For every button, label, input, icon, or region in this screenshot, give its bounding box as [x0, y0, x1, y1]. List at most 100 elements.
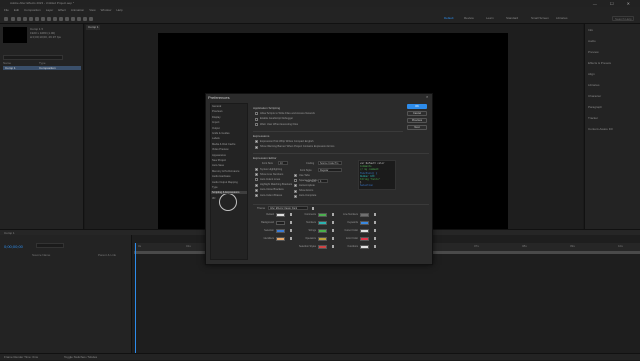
menu-effect[interactable]: Effect	[58, 8, 66, 12]
tab-comp-1[interactable]: Comp 1	[86, 25, 100, 30]
timeline-search-input[interactable]	[36, 243, 64, 248]
color-swatch[interactable]	[276, 212, 285, 217]
window-controls[interactable]: — ☐ ✕	[593, 0, 636, 7]
checkbox[interactable]	[294, 174, 297, 177]
workspace-default[interactable]: Default	[444, 16, 454, 20]
prefs-nav-scripting-expressions[interactable]: Scripting & Expressions	[211, 191, 247, 195]
eyedropper-icon[interactable]	[332, 245, 334, 248]
prefs-nav-audio-hardware[interactable]: Audio Hardware	[212, 175, 231, 178]
checkbox[interactable]	[255, 194, 258, 197]
menu-layer[interactable]: Layer	[46, 8, 54, 12]
color2-swatch[interactable]	[318, 236, 327, 241]
next-button[interactable]: Next	[407, 125, 427, 130]
menu-file[interactable]: File	[4, 8, 9, 12]
prefs-nav-grids-guides[interactable]: Grids & Guides	[212, 132, 230, 135]
type-tool-icon[interactable]	[59, 17, 63, 21]
workspace-review[interactable]: Review	[464, 16, 474, 20]
workspace-libraries[interactable]: Libraries	[556, 16, 568, 20]
color3-swatch[interactable]	[360, 228, 369, 233]
panel-effects-presets[interactable]: Effects & Presets	[588, 61, 611, 65]
prefs-nav-import[interactable]: Import	[212, 121, 219, 124]
eyedropper-icon[interactable]	[374, 245, 376, 248]
eyedropper-icon[interactable]	[374, 213, 376, 216]
panel-audio[interactable]: Audio	[588, 39, 596, 43]
camera-tool-icon[interactable]	[35, 17, 39, 21]
project-search-input[interactable]	[3, 55, 63, 60]
checkbox[interactable]	[255, 178, 258, 182]
checkbox[interactable]	[255, 123, 258, 126]
checkbox[interactable]	[294, 189, 297, 193]
prefs-nav-output[interactable]: Output	[212, 127, 220, 130]
checkbox[interactable]	[255, 140, 258, 143]
menu-animation[interactable]: Animation	[71, 8, 84, 12]
roto-brush-icon[interactable]	[83, 17, 87, 21]
eyedropper-icon[interactable]	[290, 213, 292, 216]
prefs-nav-auto-save[interactable]: Auto-Save	[212, 164, 224, 167]
search-help-input[interactable]: Search Help	[612, 16, 634, 21]
menu-view[interactable]: View	[89, 8, 95, 12]
color-swatch[interactable]	[276, 228, 285, 233]
workspace-small-screen[interactable]: Small Screen	[531, 16, 549, 20]
checkbox[interactable]	[255, 145, 258, 149]
panel-libraries[interactable]: Libraries	[588, 83, 600, 87]
color-swatch[interactable]	[276, 220, 285, 225]
font-style-dropdown[interactable]: Regular	[318, 168, 342, 172]
shape-tool-icon[interactable]	[47, 17, 51, 21]
panel-character[interactable]: Character	[588, 94, 601, 98]
checkbox[interactable]	[255, 168, 258, 171]
prefs-nav-previews[interactable]: Previews	[212, 110, 223, 113]
color3-swatch[interactable]	[360, 244, 369, 249]
prefs-nav-appearance[interactable]: Appearance	[212, 154, 226, 157]
column-name[interactable]: Name	[3, 61, 11, 65]
brush-tool-icon[interactable]	[65, 17, 69, 21]
prefs-nav-labels[interactable]: Labels	[212, 137, 220, 140]
current-time-indicator[interactable]	[135, 243, 136, 353]
prefs-nav-new-project[interactable]: New Project	[212, 159, 226, 162]
theme-settings-icon[interactable]	[312, 207, 314, 210]
eyedropper-icon[interactable]	[332, 237, 334, 240]
checkbox[interactable]	[294, 184, 297, 188]
eyedropper-icon[interactable]	[290, 229, 292, 232]
hand-tool-icon[interactable]	[17, 17, 21, 21]
prefs-nav-memory-performance[interactable]: Memory & Performance	[212, 170, 239, 173]
eyedropper-icon[interactable]	[290, 221, 292, 224]
clone-tool-icon[interactable]	[71, 17, 75, 21]
color2-swatch[interactable]	[318, 228, 327, 233]
panel-preview[interactable]: Preview	[588, 50, 599, 54]
prefs-nav-type[interactable]: Type	[212, 186, 218, 189]
project-column-header[interactable]: Name Type	[3, 61, 81, 65]
puppet-tool-icon[interactable]	[89, 17, 93, 21]
menu-composition[interactable]: Composition	[24, 8, 41, 12]
prefs-nav-general[interactable]: General	[212, 105, 221, 108]
color3-swatch[interactable]	[360, 236, 369, 241]
zoom-tool-icon[interactable]	[23, 17, 27, 21]
color3-swatch[interactable]	[360, 212, 369, 217]
workspace-learn[interactable]: Learn	[486, 16, 494, 20]
panel-align[interactable]: Align	[588, 72, 595, 76]
checkbox[interactable]	[255, 117, 258, 121]
project-item-row[interactable]: Comp 1 Composition	[3, 66, 81, 70]
home-icon[interactable]	[4, 17, 8, 21]
pan-behind-tool-icon[interactable]	[41, 17, 45, 21]
checkbox[interactable]	[294, 194, 297, 198]
timecode-display[interactable]: 0;00;00;00	[4, 244, 23, 249]
panel-content-aware-fill[interactable]: Content-Aware Fill	[588, 127, 613, 131]
color3-swatch[interactable]	[360, 220, 369, 225]
prefs-nav-video-preview[interactable]: Video Preview	[212, 148, 229, 151]
font-dropdown[interactable]: Source Code Pro	[318, 161, 342, 165]
close-icon[interactable]: ×	[426, 94, 428, 99]
panel-paragraph[interactable]: Paragraph	[588, 105, 602, 109]
prefs-nav-3d[interactable]: 3D	[212, 197, 215, 200]
color2-swatch[interactable]	[318, 220, 327, 225]
theme-dropdown[interactable]: After Effects Classic Dark	[268, 206, 308, 210]
cancel-button[interactable]: Cancel	[407, 111, 427, 116]
font-size-field[interactable]: 10	[278, 161, 288, 165]
prefs-nav-display[interactable]: Display	[212, 116, 221, 119]
eyedropper-icon[interactable]	[332, 213, 334, 216]
col-source-name[interactable]: Source Name	[32, 253, 50, 257]
prefs-nav-audio-output-mapping[interactable]: Audio Output Mapping	[212, 181, 238, 184]
color2-swatch[interactable]	[318, 212, 327, 217]
eyedropper-icon[interactable]	[374, 221, 376, 224]
color-swatch[interactable]	[276, 236, 285, 241]
checkbox[interactable]	[255, 173, 258, 177]
